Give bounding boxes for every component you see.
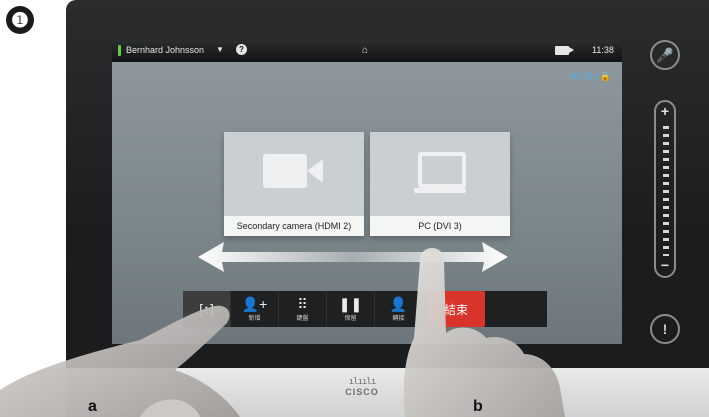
callout-label-a: a: [88, 398, 97, 415]
call-duration: 00:33 | 🔒: [570, 71, 612, 81]
source-card-pc[interactable]: PC (DVI 3): [370, 132, 510, 236]
status-bar: Bernhard Johnsson ▼ ? ⌂ 11:38: [112, 40, 622, 62]
hold-label: 保留: [344, 316, 357, 322]
selfview-camera-icon[interactable]: [555, 46, 574, 55]
left-pointing-hand-illustration: [0, 305, 240, 417]
volume-level-ticks: [663, 126, 669, 256]
callout-label-b: b: [473, 398, 483, 415]
volume-up-icon[interactable]: +: [656, 103, 674, 119]
pause-icon: ❚❚: [338, 296, 363, 312]
video-camera-icon: [263, 154, 323, 188]
laptop-icon: [414, 152, 466, 193]
hold-button[interactable]: ❚❚ 保留: [327, 291, 375, 327]
microphone-muted-icon: 🎤: [656, 46, 674, 63]
exclamation-icon: !: [662, 321, 668, 337]
cisco-logo-word: CISCO: [345, 387, 379, 397]
help-icon[interactable]: ?: [236, 44, 247, 55]
mute-microphone-button[interactable]: 🎤: [650, 40, 680, 70]
home-icon[interactable]: ⌂: [362, 45, 368, 56]
step-number-badge: ❶: [6, 6, 34, 34]
alert-button[interactable]: !: [650, 314, 680, 344]
source-label-pc: PC (DVI 3): [370, 216, 510, 236]
volume-down-icon[interactable]: −: [656, 257, 674, 273]
clock-time: 11:38: [592, 45, 614, 55]
source-card-secondary-camera[interactable]: Secondary camera (HDMI 2): [224, 132, 364, 236]
caller-name[interactable]: Bernhard Johnsson: [126, 45, 204, 55]
call-status-indicator: [118, 45, 121, 56]
keypad-icon: ⠿: [297, 296, 308, 312]
volume-slider[interactable]: + −: [654, 100, 676, 278]
cisco-logo: ılıılı CISCO: [345, 377, 379, 398]
source-label-secondary-camera: Secondary camera (HDMI 2): [224, 216, 364, 236]
right-pointing-hand-illustration: [403, 248, 565, 417]
keypad-label: 鍵盤: [296, 316, 309, 322]
caller-dropdown-icon[interactable]: ▼: [216, 45, 224, 54]
cisco-logo-bars: ılıılı: [348, 377, 377, 387]
keypad-button[interactable]: ⠿ 鍵盤: [279, 291, 327, 327]
